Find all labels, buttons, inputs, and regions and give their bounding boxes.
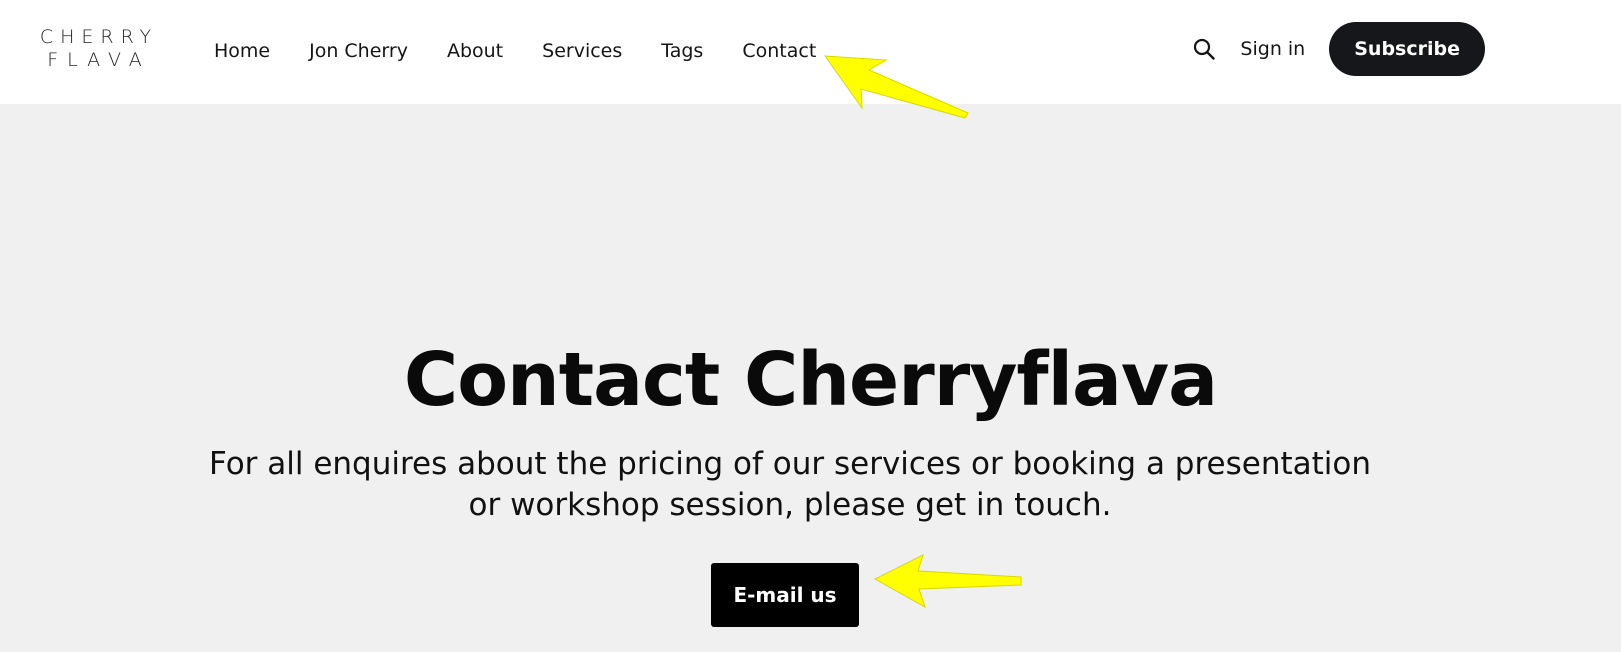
search-icon[interactable]: [1192, 37, 1216, 61]
nav-item-tags[interactable]: Tags: [661, 40, 703, 62]
nav-item-jon-cherry[interactable]: Jon Cherry: [309, 40, 408, 62]
email-us-button[interactable]: E-mail us: [711, 563, 859, 627]
page-title: Contact Cherryflava: [403, 337, 1218, 423]
logo-line-2: FLAVA: [47, 49, 151, 71]
header-actions: Sign in Subscribe: [1192, 22, 1485, 76]
nav-item-about[interactable]: About: [447, 40, 503, 62]
site-logo[interactable]: CHERRY FLAVA: [34, 26, 164, 72]
nav-item-services[interactable]: Services: [542, 40, 622, 62]
main-nav: Home Jon Cherry About Services Tags Cont…: [214, 38, 855, 64]
logo-line-1: CHERRY: [39, 26, 159, 48]
hero-description: For all enquires about the pricing of ou…: [208, 446, 1372, 523]
nav-item-contact[interactable]: Contact: [742, 40, 816, 62]
subscribe-button[interactable]: Subscribe: [1329, 22, 1485, 76]
nav-item-home[interactable]: Home: [214, 40, 270, 62]
site-header: CHERRY FLAVA Home Jon Cherry About Servi…: [0, 0, 1621, 104]
sign-in-link[interactable]: Sign in: [1240, 38, 1305, 60]
contact-hero: Contact Cherryflava For all enquires abo…: [0, 104, 1621, 652]
